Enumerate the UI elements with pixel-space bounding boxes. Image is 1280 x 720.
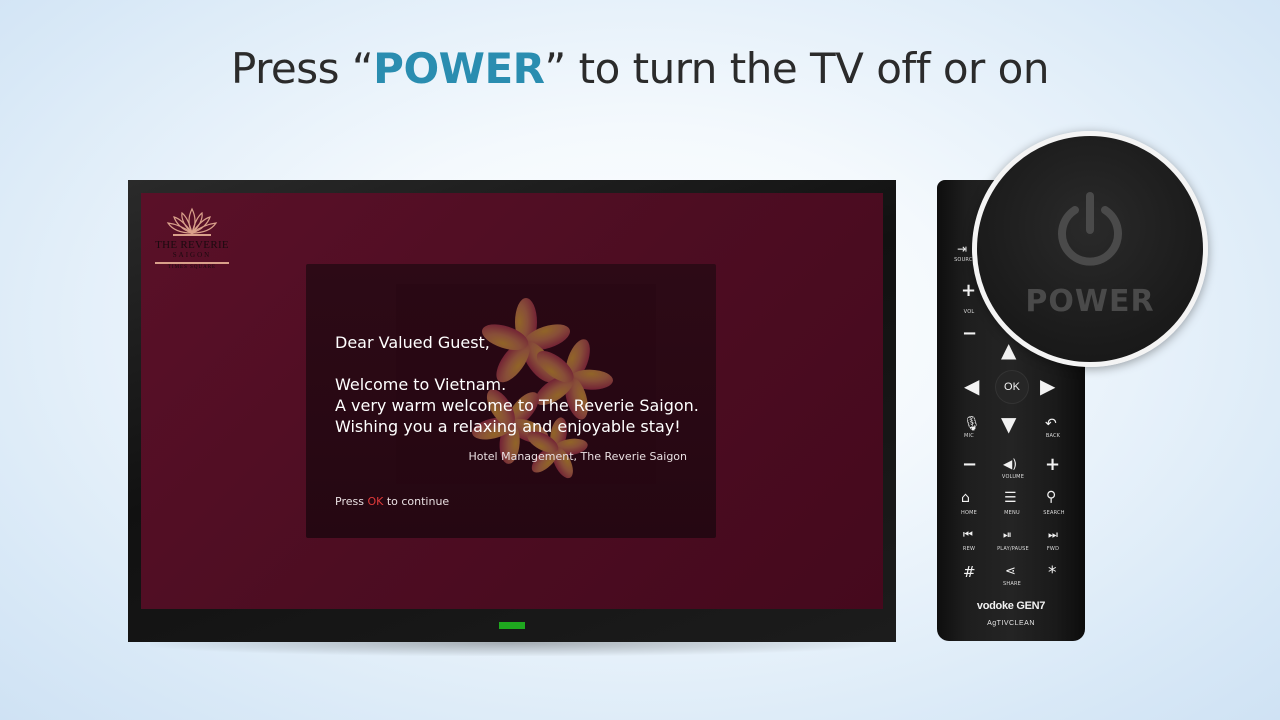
logo-title: THE REVERIE [155,239,229,251]
up-arrow-button[interactable]: ▲ [1001,338,1016,362]
star-button[interactable]: * [1048,563,1057,583]
power-icon[interactable] [1047,188,1133,274]
greeting-text: Dear Valued Guest, [335,333,490,352]
rewind-icon[interactable]: ⏮ [963,528,973,542]
page-title: Press “POWER” to turn the TV off or on [0,44,1280,93]
search-icon[interactable]: ⚲ [1046,489,1056,505]
hotel-logo: THE REVERIE SAIGON TIMES SQUARE [149,205,235,271]
vol-label: VOL [963,309,975,315]
back-icon[interactable]: ↶ [1045,416,1057,432]
title-prefix: Press “ [231,44,374,93]
tv-screen: THE REVERIE SAIGON TIMES SQUARE Dear Val… [141,193,883,609]
source-icon[interactable]: ⇥ [957,242,967,256]
wish-line: Wishing you a relaxing and enjoyable sta… [335,417,681,436]
continue-suffix: to continue [383,495,450,508]
signature-text: Hotel Management, The Reverie Saigon [468,450,687,463]
remote-brand: vodoke GEN7 [976,600,1046,612]
forward-icon[interactable]: ⏭ [1048,528,1058,542]
search-label: SEARCH [1043,510,1065,516]
rew-label: REW [962,546,976,552]
ok-button[interactable]: OK [996,371,1028,403]
speaker-icon: ◀) [1003,457,1017,471]
share-label: SHARE [1003,581,1021,587]
title-keyword: POWER [373,44,545,93]
logo-subtitle: SAIGON [172,251,212,259]
home-label: HOME [961,510,977,516]
menu-label: MENU [1004,510,1020,516]
continue-prefix: Press [335,495,368,508]
mic-label: MIC [964,433,974,439]
fwd-label: FWD [1046,546,1060,552]
power-label: POWER [1025,284,1155,319]
volume-up-button[interactable]: + [1045,454,1060,475]
logo-tagline: TIMES SQUARE [167,265,217,270]
vol-down-button[interactable]: − [962,323,977,344]
volume-label: VOLUME [1001,474,1025,480]
welcome-dialog: Dear Valued Guest, Welcome to Vietnam. A… [306,264,716,538]
mic-icon[interactable]: 🎙 [963,416,981,432]
volume-down-button[interactable]: − [962,454,977,475]
hash-button[interactable]: # [963,563,976,581]
remote-brand-sub: AgTIVCLEAN [987,620,1035,627]
power-led [499,622,525,629]
left-arrow-button[interactable]: ◀ [964,374,979,398]
share-icon[interactable]: ⋖ [1005,564,1016,579]
menu-icon[interactable]: ☰ [1004,490,1017,506]
home-icon[interactable]: ⌂ [961,490,970,506]
lotus-icon [166,207,218,236]
title-suffix: ” to turn the TV off or on [544,44,1050,93]
play-pause-label: PLAY/PAUSE [997,546,1029,552]
down-arrow-button[interactable]: ▼ [1001,412,1016,436]
continue-hint: Press OK to continue [335,495,449,508]
play-pause-icon[interactable]: ⏯ [1003,528,1012,542]
welcome-message: Dear Valued Guest, Welcome to Vietnam. A… [335,332,699,437]
warm-welcome-line: A very warm welcome to The Reverie Saigo… [335,396,699,415]
welcome-line: Welcome to Vietnam. [335,375,507,394]
power-button-zoom: POWER [972,131,1208,367]
vol-up-button[interactable]: + [961,280,976,301]
tv-frame: THE REVERIE SAIGON TIMES SQUARE Dear Val… [128,180,896,642]
ok-key-hint: OK [367,495,384,508]
back-label: BACK [1045,433,1061,439]
right-arrow-button[interactable]: ▶ [1040,374,1055,398]
